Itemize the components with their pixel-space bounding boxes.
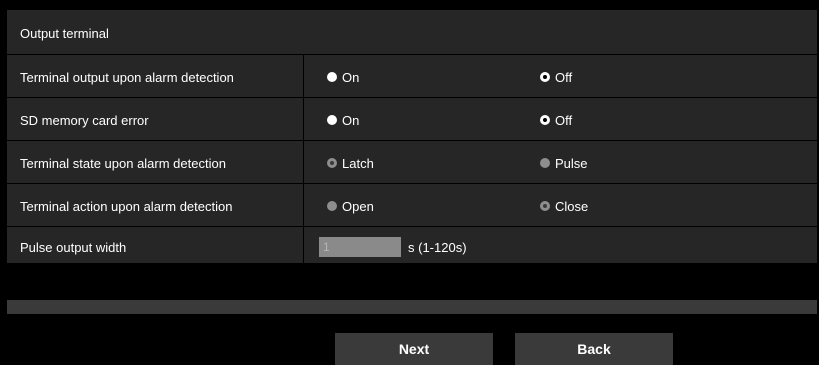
option-label: On bbox=[342, 69, 360, 85]
row-terminal-output: Terminal output upon alarm detection On … bbox=[7, 54, 817, 97]
pulse-width-input[interactable] bbox=[319, 237, 401, 257]
divider bbox=[303, 141, 304, 183]
option-label: On bbox=[342, 112, 360, 128]
radio-terminal-output-on[interactable]: On bbox=[327, 69, 359, 85]
option-label: Off bbox=[555, 69, 573, 85]
section-header: Output terminal bbox=[7, 10, 817, 54]
radio-terminal-action-close[interactable]: Close bbox=[540, 198, 588, 214]
row-sd-error: SD memory card error On Off bbox=[7, 97, 817, 140]
option-label: Latch bbox=[342, 155, 374, 171]
divider bbox=[303, 98, 304, 140]
row-label: Pulse output width bbox=[20, 240, 127, 255]
next-button[interactable]: Next bbox=[335, 333, 493, 365]
radio-sd-error-on[interactable]: On bbox=[327, 112, 359, 128]
radio-icon bbox=[540, 158, 550, 168]
row-label: Terminal state upon alarm detection bbox=[20, 156, 226, 171]
divider bbox=[303, 184, 304, 226]
row-terminal-state: Terminal state upon alarm detection Latc… bbox=[7, 140, 817, 183]
row-label: Terminal action upon alarm detection bbox=[20, 199, 233, 214]
radio-selected-icon bbox=[540, 72, 550, 82]
radio-icon bbox=[327, 72, 337, 82]
back-button[interactable]: Back bbox=[515, 333, 673, 365]
row-label: Terminal output upon alarm detection bbox=[20, 70, 234, 85]
row-label: SD memory card error bbox=[20, 113, 149, 128]
radio-terminal-output-off[interactable]: Off bbox=[540, 69, 572, 85]
divider bbox=[303, 55, 304, 97]
radio-terminal-action-open[interactable]: Open bbox=[327, 198, 374, 214]
footer-divider-bar bbox=[7, 300, 817, 314]
option-label: Off bbox=[555, 112, 573, 128]
radio-selected-icon bbox=[540, 201, 550, 211]
radio-selected-icon bbox=[327, 158, 337, 168]
radio-terminal-state-pulse[interactable]: Pulse bbox=[540, 155, 588, 171]
option-label: Open bbox=[342, 198, 374, 214]
radio-terminal-state-latch[interactable]: Latch bbox=[327, 155, 374, 171]
option-label: Close bbox=[555, 198, 589, 214]
radio-selected-icon bbox=[540, 115, 550, 125]
row-pulse-width: Pulse output width s (1-120s) bbox=[7, 226, 817, 264]
output-terminal-panel: Output terminal Terminal output upon ala… bbox=[7, 10, 817, 264]
radio-icon bbox=[327, 201, 337, 211]
divider bbox=[303, 227, 304, 264]
section-title: Output terminal bbox=[20, 26, 109, 41]
pulse-width-unit: s (1-120s) bbox=[408, 240, 467, 255]
option-label: Pulse bbox=[555, 155, 588, 171]
radio-icon bbox=[327, 115, 337, 125]
radio-sd-error-off[interactable]: Off bbox=[540, 112, 572, 128]
row-terminal-action: Terminal action upon alarm detection Ope… bbox=[7, 183, 817, 226]
